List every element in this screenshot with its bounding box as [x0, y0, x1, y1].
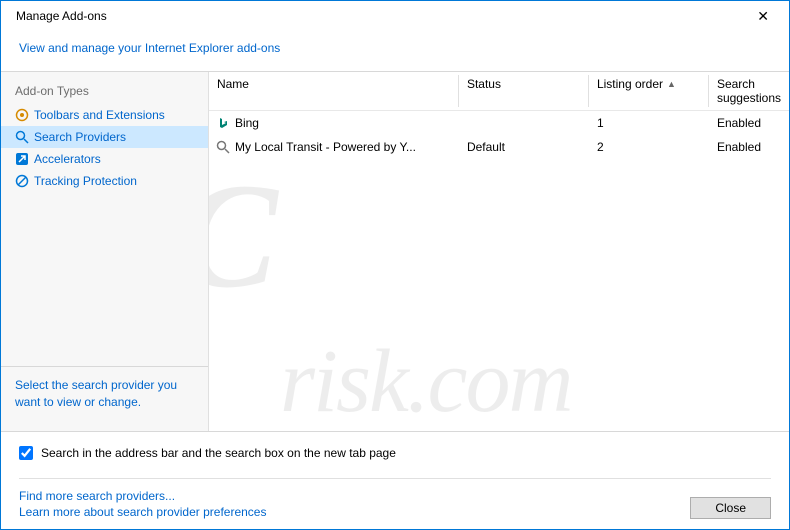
- subtitle-bar: View and manage your Internet Explorer a…: [1, 31, 789, 71]
- column-name[interactable]: Name: [209, 72, 459, 110]
- search-icon: [15, 130, 29, 144]
- search-icon: [215, 139, 231, 155]
- table-row[interactable]: Bing 1 Enabled: [209, 111, 789, 135]
- main-area: Add-on Types Toolbars and Extensions Sea…: [1, 71, 789, 432]
- sidebar-item-toolbars[interactable]: Toolbars and Extensions: [1, 104, 208, 126]
- cell-status: Default: [459, 138, 589, 156]
- sidebar-item-label: Tracking Protection: [34, 174, 137, 188]
- table-header: Name Status Listing order▲ Search sugges…: [209, 72, 789, 111]
- window-title: Manage Add-ons: [11, 9, 107, 23]
- sidebar-item-label: Search Providers: [34, 130, 126, 144]
- bing-icon: [215, 115, 231, 131]
- table-row[interactable]: My Local Transit - Powered by Y... Defau…: [209, 135, 789, 159]
- sidebar-item-tracking[interactable]: Tracking Protection: [1, 170, 208, 192]
- cell-name: My Local Transit - Powered by Y...: [235, 140, 416, 154]
- sort-asc-icon: ▲: [667, 79, 676, 89]
- sidebar-item-label: Toolbars and Extensions: [34, 108, 165, 122]
- titlebar: Manage Add-ons ✕: [1, 1, 789, 31]
- manage-addons-window: PC risk.com Manage Add-ons ✕ View and ma…: [0, 0, 790, 530]
- column-suggestions[interactable]: Search suggestions: [709, 72, 789, 110]
- footer: Find more search providers... Learn more…: [19, 478, 771, 519]
- search-addressbar-checkbox[interactable]: Search in the address bar and the search…: [19, 446, 771, 460]
- cell-order: 1: [589, 114, 709, 132]
- sidebar-hint: Select the search provider you want to v…: [1, 367, 208, 421]
- column-order[interactable]: Listing order▲: [589, 72, 709, 110]
- view-manage-link[interactable]: View and manage your Internet Explorer a…: [19, 41, 280, 55]
- gear-icon: [15, 108, 29, 122]
- arrow-icon: [15, 152, 29, 166]
- table-body: Bing 1 Enabled My Local Transit - Powere…: [209, 111, 789, 431]
- find-more-link[interactable]: Find more search providers...: [19, 489, 266, 503]
- checkbox-input[interactable]: [19, 446, 33, 460]
- bottom-area: Search in the address bar and the search…: [1, 432, 789, 529]
- close-button[interactable]: Close: [690, 497, 771, 519]
- column-status[interactable]: Status: [459, 72, 589, 110]
- footer-links: Find more search providers... Learn more…: [19, 489, 266, 519]
- block-icon: [15, 174, 29, 188]
- sidebar: Add-on Types Toolbars and Extensions Sea…: [1, 72, 209, 431]
- sidebar-item-accelerators[interactable]: Accelerators: [1, 148, 208, 170]
- learn-more-link[interactable]: Learn more about search provider prefere…: [19, 505, 266, 519]
- sidebar-item-label: Accelerators: [34, 152, 101, 166]
- cell-suggestions: Enabled: [709, 114, 789, 132]
- cell-status: [459, 121, 589, 125]
- content-panel: Name Status Listing order▲ Search sugges…: [209, 72, 789, 431]
- sidebar-header: Add-on Types: [1, 82, 208, 104]
- close-icon[interactable]: ✕: [747, 4, 779, 29]
- checkbox-label: Search in the address bar and the search…: [41, 446, 396, 460]
- cell-name: Bing: [235, 116, 259, 130]
- cell-suggestions: Enabled: [709, 138, 789, 156]
- cell-order: 2: [589, 138, 709, 156]
- sidebar-item-search[interactable]: Search Providers: [1, 126, 208, 148]
